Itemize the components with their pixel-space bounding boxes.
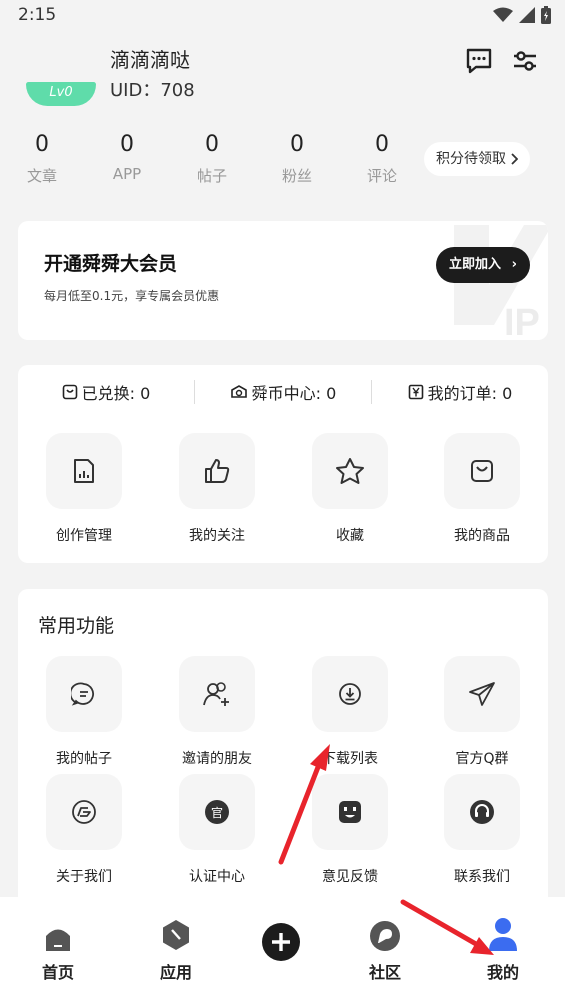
wifi-icon (493, 7, 513, 22)
signal-icon (519, 7, 535, 23)
redeemed-link[interactable]: 已兑换: 0 (18, 380, 194, 404)
clock-box-icon (62, 384, 77, 400)
invited-friends-button[interactable]: 邀请的朋友 (179, 656, 255, 768)
nav-apps[interactable]: 应用 (136, 917, 216, 983)
vip-banner[interactable]: IP 开通舜舜大会员 每月低至0.1元，享专属会员优惠 立即加入 › (18, 221, 548, 340)
about-logo-icon (72, 800, 96, 824)
post-bubble-icon (71, 682, 94, 706)
download-list-button[interactable]: 下载列表 (312, 656, 388, 768)
message-icon[interactable] (464, 46, 494, 76)
official-qq-group-button[interactable]: 官方Q群 (444, 656, 520, 768)
vip-title: 开通舜舜大会员 (44, 253, 178, 275)
section-title: 常用功能 (38, 615, 115, 637)
document-chart-icon (74, 459, 94, 483)
apps-icon (163, 920, 189, 950)
svg-text:IP: IP (504, 302, 540, 340)
shopping-bag-icon (471, 460, 493, 482)
stat-articles[interactable]: 0 文章 (12, 132, 72, 186)
nav-community[interactable]: 社区 (345, 917, 425, 983)
coin-icon (230, 385, 247, 398)
user-id: UID：708 (110, 80, 195, 101)
stat-apps[interactable]: 0 APP (97, 132, 157, 183)
username: 滴滴滴哒 (110, 48, 190, 72)
chevron-right-icon: › (511, 257, 517, 272)
account-summary-card: 已兑换: 0 舜币中心: 0 我的订单: 0 创作管理 我的关注 收藏 我的商品 (18, 365, 548, 563)
paper-plane-icon (469, 682, 495, 706)
feedback-button[interactable]: 意见反馈 (312, 774, 388, 886)
contact-us-button[interactable]: 联系我们 (444, 774, 520, 886)
add-friend-icon (203, 682, 229, 706)
status-bar: 2:15 (0, 0, 565, 32)
profile-icon (489, 918, 517, 951)
community-icon (370, 921, 400, 951)
coin-center-link[interactable]: 舜币中心: 0 (195, 380, 371, 404)
stat-comments[interactable]: 0 评论 (352, 132, 412, 186)
home-icon (46, 929, 70, 951)
level-badge: Lv0 (26, 82, 96, 106)
my-products-button[interactable]: 我的商品 (444, 433, 520, 545)
feedback-face-icon (339, 801, 361, 823)
profile-header: Lv0 滴滴滴哒 UID：708 (0, 36, 565, 126)
nav-profile[interactable]: 我的 (463, 917, 543, 983)
star-icon (336, 458, 364, 484)
bottom-navigation: 首页 应用 社区 我的 (0, 897, 565, 1004)
settings-sliders-icon[interactable] (510, 46, 540, 76)
download-icon (339, 683, 361, 705)
official-badge-icon: 官 (205, 800, 229, 824)
my-orders-link[interactable]: 我的订单: 0 (372, 380, 548, 404)
thumbs-up-icon (205, 459, 230, 483)
certification-center-button[interactable]: 官 认证中心 (179, 774, 255, 886)
status-icons (493, 6, 551, 24)
status-time: 2:15 (18, 5, 57, 25)
summary-row: 已兑换: 0 舜币中心: 0 我的订单: 0 (18, 377, 548, 407)
stat-posts[interactable]: 0 帖子 (182, 132, 242, 186)
points-claim-button[interactable]: 积分待领取 (424, 142, 530, 176)
favorites-button[interactable]: 收藏 (312, 433, 388, 545)
about-us-button[interactable]: 关于我们 (46, 774, 122, 886)
chevron-right-icon (511, 153, 518, 165)
stat-fans[interactable]: 0 粉丝 (267, 132, 327, 186)
plus-icon (262, 923, 300, 961)
headset-icon (470, 800, 494, 824)
nav-home[interactable]: 首页 (18, 917, 98, 983)
nav-create-button[interactable] (241, 921, 321, 969)
svg-text:官: 官 (211, 805, 223, 820)
creation-management-button[interactable]: 创作管理 (46, 433, 122, 545)
my-posts-button[interactable]: 我的帖子 (46, 656, 122, 768)
battery-icon (541, 6, 551, 24)
join-vip-button[interactable]: 立即加入 › (436, 247, 530, 283)
stats-row: 0 文章 0 APP 0 帖子 0 粉丝 0 评论 积分待领取 (0, 132, 565, 202)
my-follows-button[interactable]: 我的关注 (179, 433, 255, 545)
vip-subtitle: 每月低至0.1元，享专属会员优惠 (44, 289, 220, 303)
common-functions-card: 常用功能 我的帖子 邀请的朋友 下载列表 官方Q群 关于我们 官 认证中心 意见… (18, 589, 548, 909)
yen-box-icon (408, 384, 423, 400)
